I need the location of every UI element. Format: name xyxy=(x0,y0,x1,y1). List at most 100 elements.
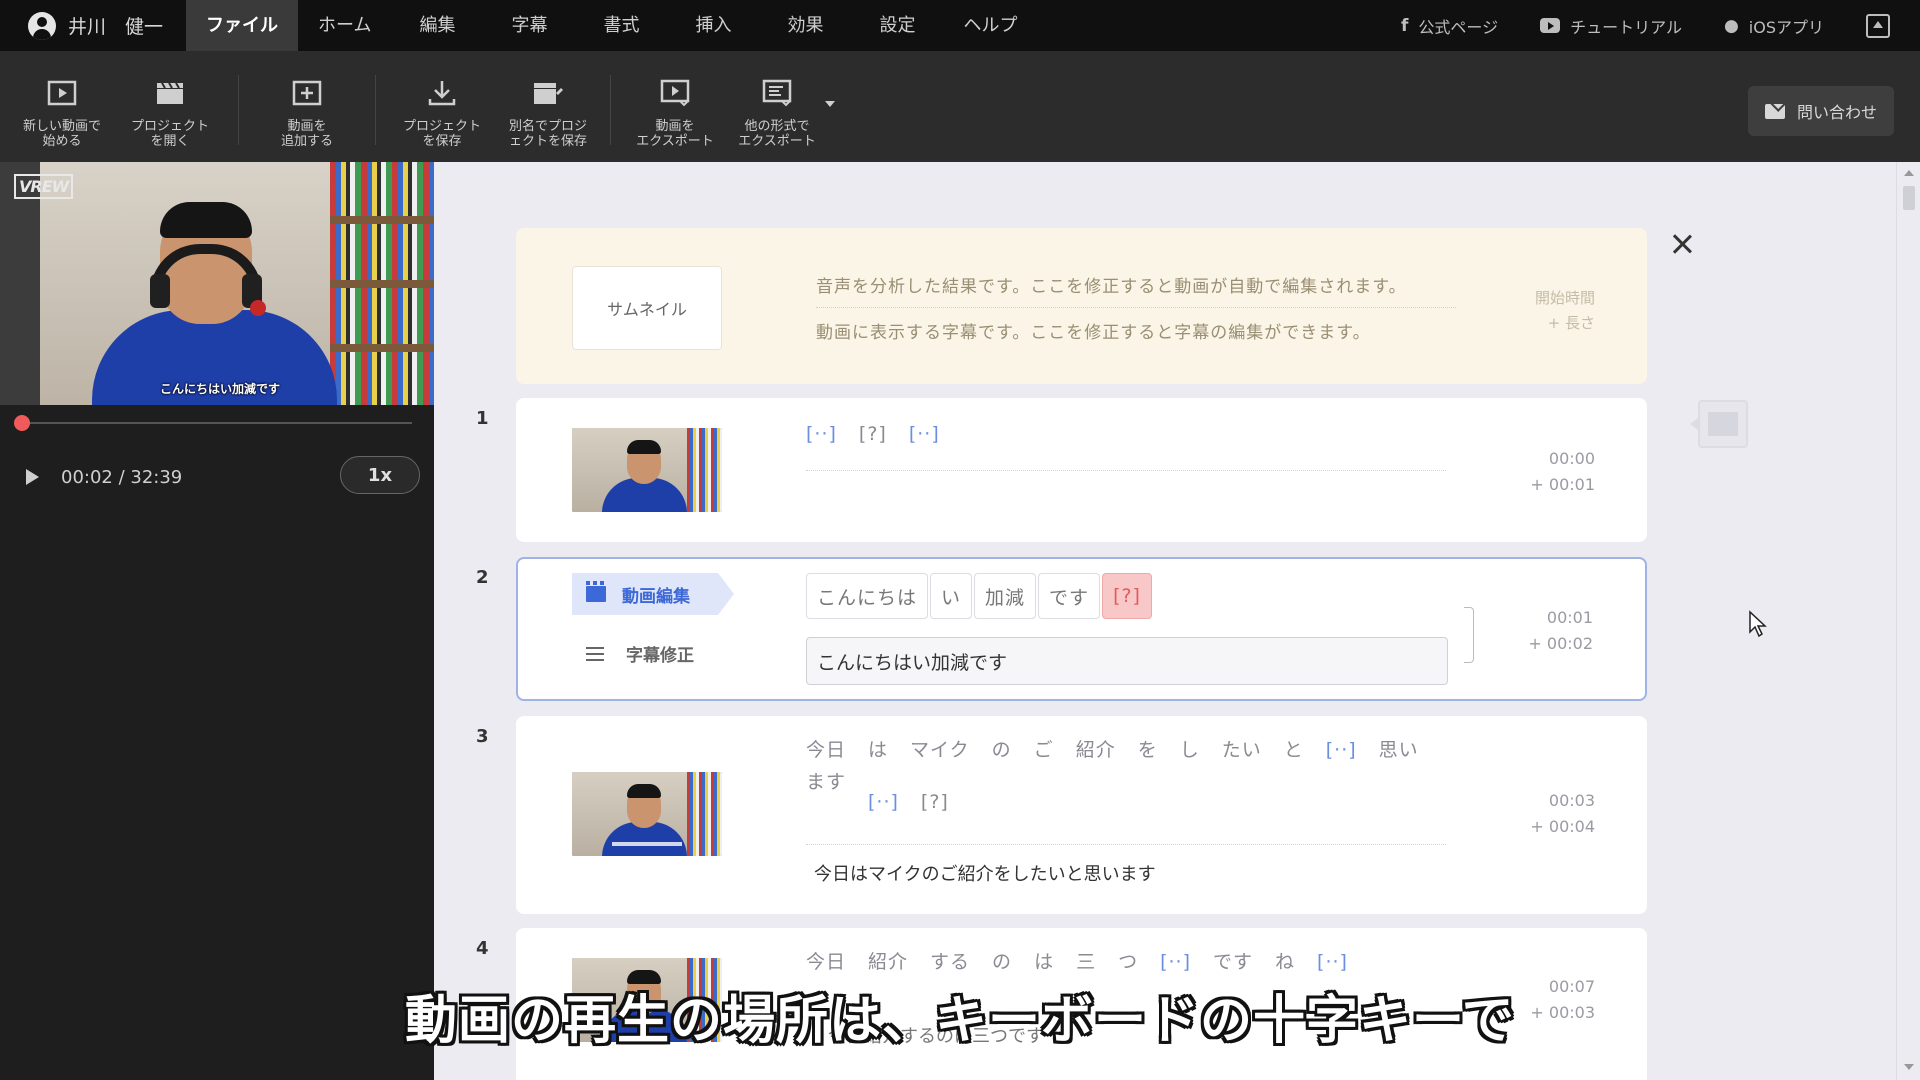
export-other-button[interactable]: 他の形式で エクスポート xyxy=(735,51,819,149)
word-token[interactable]: 思い xyxy=(1379,734,1419,766)
save-project-label: プロジェクト を保存 xyxy=(402,119,481,149)
menu-insert[interactable]: 挿入 xyxy=(667,0,759,51)
word-token[interactable]: [··] xyxy=(909,418,940,450)
word-token[interactable]: 紹介 xyxy=(868,946,908,978)
text-lines-icon xyxy=(586,646,604,661)
subtitle-text[interactable]: 今日はマイクのご紹介をしたいと思います xyxy=(814,860,1156,886)
word-token[interactable]: です xyxy=(1213,946,1253,978)
word-token[interactable]: の xyxy=(992,946,1012,978)
word-chip[interactable]: 加減 xyxy=(974,573,1037,619)
unknown-word-chip[interactable]: [?] xyxy=(1102,573,1152,619)
ios-app-link[interactable]: ● iOSアプリ xyxy=(1724,14,1824,38)
word-tokens: 今日 紹介 する の は 三 つ [··] です ね [··] xyxy=(806,946,1446,978)
word-chip[interactable]: い xyxy=(930,573,973,619)
menu-file[interactable]: ファイル xyxy=(186,0,298,51)
tutorial-link[interactable]: チュートリアル xyxy=(1540,14,1682,38)
word-token[interactable]: マイク xyxy=(910,734,970,766)
vrew-watermark: VREW xyxy=(14,174,74,199)
word-token[interactable]: 三 xyxy=(1076,946,1096,978)
menu-format[interactable]: 書式 xyxy=(575,0,667,51)
word-token[interactable]: し xyxy=(1180,734,1200,766)
close-icon[interactable] xyxy=(1668,230,1696,258)
playback-controls: 00:02 / 32:39 1x xyxy=(0,452,434,502)
clip-thumbnail xyxy=(572,772,722,856)
editor-scrollbar[interactable] xyxy=(1896,162,1920,1080)
external-links: f 公式ページ チュートリアル ● iOSアプリ xyxy=(1401,0,1920,51)
clip-row-1[interactable]: [··] [?] [··] 00:00 + 00:01 xyxy=(516,398,1647,542)
word-chip[interactable]: こんにちは xyxy=(806,573,929,619)
word-token[interactable]: 今日 xyxy=(806,946,846,978)
facebook-icon: f xyxy=(1401,15,1409,36)
export-video-button[interactable]: 動画を エクスポート xyxy=(633,51,717,149)
seek-handle[interactable] xyxy=(14,415,31,431)
export-dropdown-icon[interactable] xyxy=(825,101,835,107)
transcript-editor: サムネイル 音声を分析した結果です。ここを修正すると動画が自動で編集されます。 … xyxy=(434,162,1896,1080)
thumbnail-label: サムネイル xyxy=(572,266,722,350)
word-token[interactable]: つ xyxy=(1118,946,1138,978)
word-token[interactable]: する xyxy=(930,946,970,978)
legend-card: サムネイル 音声を分析した結果です。ここを修正すると動画が自動で編集されます。 … xyxy=(516,228,1647,384)
menu-effects[interactable]: 効果 xyxy=(759,0,851,51)
video-preview[interactable]: VREW こんにちはい加減です xyxy=(0,162,434,405)
contact-button[interactable]: 問い合わせ xyxy=(1748,86,1894,136)
legend-duration: + 長さ xyxy=(1547,314,1595,332)
menu-help[interactable]: ヘルプ xyxy=(943,0,1037,51)
download-icon xyxy=(426,77,458,109)
open-project-button[interactable]: プロジェクト を開く xyxy=(130,51,210,149)
clip-row-3[interactable]: 今日 は マイク の ご 紹介 を し たい と [··] 思い ます [··]… xyxy=(516,716,1647,914)
word-token[interactable]: ご xyxy=(1034,734,1054,766)
clip-time: 00:03 + 00:04 xyxy=(1530,788,1595,840)
word-token[interactable]: [··] xyxy=(868,786,899,818)
word-token[interactable]: ね xyxy=(1275,946,1295,978)
word-token[interactable]: 今日 xyxy=(806,734,846,766)
add-video-button[interactable]: 動画を 追加する xyxy=(267,51,347,149)
contact-label: 問い合わせ xyxy=(1796,103,1877,122)
new-video-label: 新しい動画で 始める xyxy=(22,119,101,149)
word-token[interactable]: 紹介 xyxy=(1076,734,1116,766)
menu-home[interactable]: ホーム xyxy=(298,0,391,51)
subtitle-edit-mode-tab[interactable]: 字幕修正 xyxy=(586,641,694,666)
official-page-link[interactable]: f 公式ページ xyxy=(1401,14,1498,38)
word-token[interactable]: [?] xyxy=(859,418,887,450)
word-chip[interactable]: です xyxy=(1038,573,1101,619)
new-video-button[interactable]: 新しい動画で 始める xyxy=(22,51,102,149)
scroll-down-icon[interactable] xyxy=(1904,1064,1914,1070)
menu-subtitle[interactable]: 字幕 xyxy=(483,0,575,51)
clapperboard-edit-icon xyxy=(532,77,564,109)
word-token[interactable]: [?] xyxy=(921,786,949,818)
word-token[interactable]: ます xyxy=(806,766,846,798)
word-token[interactable]: [··] xyxy=(1160,946,1191,978)
video-edit-mode-tab[interactable]: 動画編集 xyxy=(572,573,734,615)
word-token[interactable]: を xyxy=(1138,734,1158,766)
word-token[interactable]: [··] xyxy=(806,418,837,450)
speed-button[interactable]: 1x xyxy=(340,456,420,494)
clip-time: 00:01 + 00:02 xyxy=(1528,605,1593,657)
seek-bar[interactable] xyxy=(14,415,412,431)
clip-row-2[interactable]: 動画編集 字幕修正 こんにちは い 加減 です [?] こんにちはい加減です 0… xyxy=(516,557,1647,701)
word-token[interactable]: [··] xyxy=(1326,734,1357,766)
word-token[interactable]: [··] xyxy=(1317,946,1348,978)
scroll-up-icon[interactable] xyxy=(1904,170,1914,176)
menu-edit[interactable]: 編集 xyxy=(391,0,483,51)
word-token[interactable]: の xyxy=(992,734,1012,766)
play-icon[interactable] xyxy=(26,469,39,485)
word-token[interactable]: と xyxy=(1284,734,1304,766)
subtitle-input[interactable]: こんにちはい加減です xyxy=(806,637,1448,685)
save-as-button[interactable]: 別名でプロジ ェクトを保存 xyxy=(506,51,590,149)
menu-settings[interactable]: 設定 xyxy=(851,0,943,51)
row-number: 1 xyxy=(476,408,489,429)
collapse-toolbar-icon[interactable] xyxy=(1866,13,1890,38)
scroll-thumb[interactable] xyxy=(1903,186,1915,210)
open-project-label: プロジェクト を開く xyxy=(130,119,209,149)
word-token[interactable]: たい xyxy=(1222,734,1262,766)
start-time: 00:00 xyxy=(1548,449,1595,468)
insert-thumbnail-icon[interactable] xyxy=(1690,400,1748,448)
row-number: 4 xyxy=(476,938,489,959)
save-project-button[interactable]: プロジェクト を保存 xyxy=(400,51,484,149)
row-number: 3 xyxy=(476,726,489,747)
word-token[interactable]: は xyxy=(868,734,888,766)
user-name: 井川 健一 xyxy=(68,16,164,38)
video-caption-overlay: 動画の再生の場所は、キーボードの十字キーで xyxy=(405,991,1515,1051)
word-token[interactable]: は xyxy=(1034,946,1054,978)
user-account[interactable]: 井川 健一 xyxy=(0,0,186,51)
